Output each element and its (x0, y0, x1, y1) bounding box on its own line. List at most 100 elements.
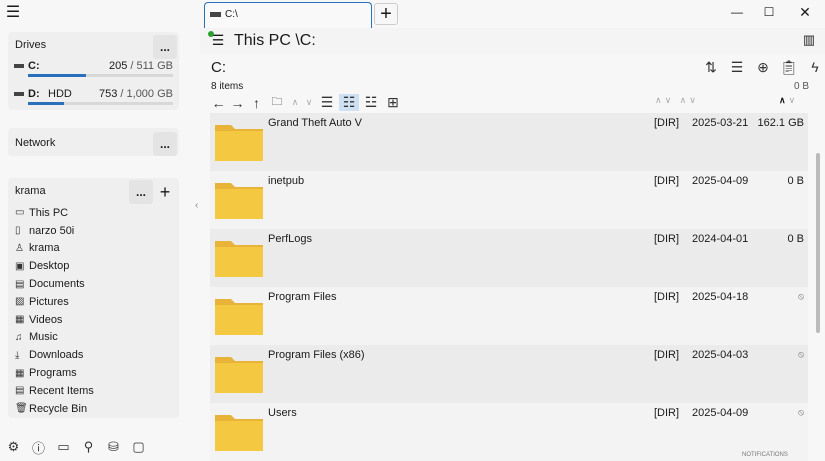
tab-c-drive[interactable]: C:\ (204, 2, 372, 28)
folder-icon (215, 357, 263, 393)
bottom-toolbar: ⚙ ⓘ ▭ ⚲ ⛁ ▢ (0, 436, 150, 460)
drive-icon[interactable]: ▭ (53, 436, 74, 458)
sidebar-item-label: Downloads (29, 349, 84, 362)
back-icon[interactable]: ← (210, 95, 227, 111)
up-icon[interactable]: ↑ (248, 95, 265, 111)
sidebar-item-label: Programs (29, 367, 77, 380)
folder-icon (215, 299, 263, 335)
notifications-label[interactable]: NOTIFICATIONS (742, 452, 788, 458)
sidebar-item-label: Recent Items (29, 384, 94, 397)
sort-icon[interactable]: ⇅ (700, 56, 722, 78)
sidebar-item-label: Desktop (29, 260, 70, 273)
file-date: 2025-04-18 (692, 291, 749, 303)
close-button[interactable]: ✕ (790, 2, 820, 22)
drives-panel: Drives ... C: 205 / 511 GB D: HDD 753 / … (8, 32, 179, 110)
file-row[interactable]: Program Files (x86) [DIR] 2025-04-03 ⦸ (210, 345, 808, 403)
scrollbar-thumb[interactable] (816, 153, 820, 333)
drives-more-button[interactable]: ... (153, 35, 177, 59)
grid-view-icon[interactable]: ⊞ (383, 94, 403, 111)
file-date: 2025-04-09 (692, 175, 749, 187)
file-type: [DIR] (654, 407, 680, 419)
documents-icon: ▤ (15, 278, 25, 290)
size-sort-controls[interactable]: ∧∨ (779, 95, 798, 106)
drive-total: / 1,000 GB (120, 88, 173, 100)
file-row[interactable]: Program Files [DIR] 2025-04-18 ⦸ (210, 287, 808, 345)
sidebar-item[interactable]: ⤓ Downloads (8, 346, 179, 364)
new-folder-icon[interactable]: 🗀︎ (267, 93, 287, 112)
pictures-icon: ▨ (15, 296, 25, 308)
file-row[interactable]: inetpub [DIR] 2025-04-09 0 B (210, 171, 808, 229)
user-title: krama (15, 185, 46, 197)
add-circle-icon[interactable]: ⊕ (752, 56, 774, 78)
file-date: 2025-04-09 (692, 407, 749, 419)
info-icon[interactable]: ⓘ (28, 436, 49, 458)
sort-down-icon[interactable]: ∨ (303, 97, 315, 108)
sidebar-item[interactable]: ▨ Pictures (8, 293, 179, 311)
folder-icon (215, 241, 263, 277)
sidebar-item[interactable]: ▯ narzo 50i (8, 222, 179, 240)
file-name: Users (268, 407, 297, 419)
file-size: ⦸ (798, 291, 804, 301)
file-date: 2025-04-03 (692, 349, 749, 361)
forward-icon[interactable]: → (229, 95, 246, 111)
sidebar-collapse-handle[interactable]: ‹ (195, 200, 198, 211)
clipboard-icon[interactable]: 📋︎ (778, 56, 800, 78)
file-type: [DIR] (654, 291, 680, 303)
maximize-button[interactable]: ☐ (754, 2, 784, 22)
drive-kind: HDD (48, 88, 72, 100)
file-row[interactable]: PerfLogs [DIR] 2024-04-01 0 B (210, 229, 808, 287)
recycle-bin-icon: 🗑︎ (15, 403, 28, 415)
file-size: 0 B (787, 233, 804, 245)
checklist-icon[interactable]: ☰ (726, 56, 748, 78)
network-more-button[interactable]: ... (153, 132, 177, 156)
folder-icon (215, 415, 263, 451)
sort-up-icon[interactable]: ∧ (289, 97, 301, 108)
drive-total: / 511 GB (130, 60, 173, 72)
network-title: Network (15, 137, 56, 149)
drive-icon (14, 64, 24, 68)
scrollbar[interactable] (814, 113, 822, 453)
item-count: 8 items (211, 81, 244, 92)
search-icon[interactable]: ⚲ (78, 436, 99, 458)
minimize-button[interactable]: — (722, 2, 752, 22)
sidebar-item[interactable]: ▤ Documents (8, 275, 179, 293)
menu-button[interactable]: ☰ (3, 2, 23, 22)
settings-icon[interactable]: ⚙ (3, 436, 24, 458)
breadcrumb[interactable]: This PC \C: (234, 32, 316, 50)
column-sort-controls[interactable]: ∧∨ ∧∨ (655, 95, 699, 106)
sidebar-item[interactable]: ♙ krama (8, 240, 179, 258)
list-view-icon[interactable]: ☰ (317, 94, 337, 111)
sidebar-item[interactable]: ▣ Desktop (8, 257, 179, 275)
new-tab-button[interactable]: + (374, 3, 398, 25)
drive-usage-bar (28, 102, 173, 105)
tiles-view-icon[interactable]: ☳ (361, 94, 381, 111)
file-size: 162.1 GB (757, 117, 804, 129)
flash-icon[interactable]: ϟ (804, 56, 825, 78)
programs-icon: ▦ (15, 367, 25, 379)
pc-icon: ▭ (15, 207, 25, 219)
file-row[interactable]: Grand Theft Auto V [DIR] 2025-03-21 162.… (210, 113, 808, 171)
details-view-icon[interactable]: ☷ (339, 94, 359, 111)
sidebar-item-label: Videos (29, 313, 63, 326)
selected-size: 0 B (793, 81, 809, 92)
database-icon[interactable]: ⛁ (103, 436, 124, 458)
sidebar-item[interactable]: ▦ Videos (8, 311, 179, 329)
sidebar-item[interactable]: ▤ Recent Items (8, 382, 179, 400)
file-row[interactable]: Users [DIR] 2025-04-09 ⦸ (210, 403, 808, 461)
add-location-button[interactable]: + (153, 180, 177, 204)
tab-title: C:\ (225, 9, 238, 20)
sidebar-item[interactable]: 🗑︎ Recycle Bin (8, 400, 179, 418)
downloads-icon: ⤓ (15, 349, 20, 361)
sidebar-item-label: Documents (29, 278, 85, 291)
nav-toolbar: ← → ↑ 🗀︎ ∧ ∨ ☰ ☷ ☳ ⊞ (210, 93, 403, 112)
panel-menu-button[interactable]: ☰ (208, 31, 228, 49)
drive-letter: C: (28, 60, 40, 72)
chat-icon[interactable]: ▢ (128, 436, 149, 458)
sidebar-item[interactable]: ▦ Programs (8, 364, 179, 382)
sidebar-item[interactable]: ♫ Music (8, 329, 179, 347)
sidebar-item[interactable]: ▭ This PC (8, 204, 179, 222)
columns-icon[interactable]: ▥ (800, 31, 818, 49)
sidebar-item-label: Pictures (29, 295, 69, 308)
file-name: Grand Theft Auto V (268, 117, 362, 129)
user-more-button[interactable]: ... (129, 180, 153, 204)
